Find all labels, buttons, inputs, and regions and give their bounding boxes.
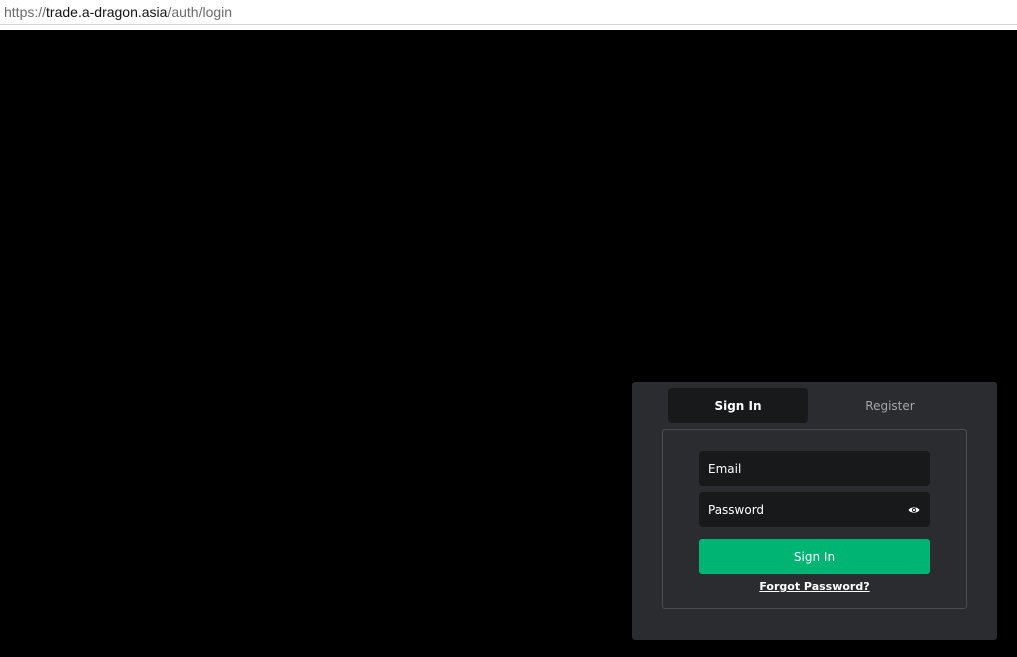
url-path: /auth/login <box>167 4 233 20</box>
forgot-password-link[interactable]: Forgot Password? <box>699 580 930 593</box>
email-field-wrapper <box>699 451 930 486</box>
sign-in-button[interactable]: Sign In <box>699 539 930 574</box>
tab-sign-in[interactable]: Sign In <box>668 388 808 423</box>
eye-icon[interactable] <box>908 505 920 515</box>
address-bar[interactable]: https://trade.a-dragon.asia/auth/login <box>0 0 1017 25</box>
password-field-wrapper <box>699 492 930 527</box>
url-scheme: https:// <box>4 4 47 20</box>
tab-register[interactable]: Register <box>820 388 960 423</box>
auth-panel: Sign In Register Sign In Forgot Password… <box>632 382 997 640</box>
email-field[interactable] <box>699 451 930 486</box>
url-host: trade.a-dragon.asia <box>46 4 168 20</box>
password-field[interactable] <box>699 492 930 527</box>
login-form: Sign In Forgot Password? <box>662 429 967 609</box>
